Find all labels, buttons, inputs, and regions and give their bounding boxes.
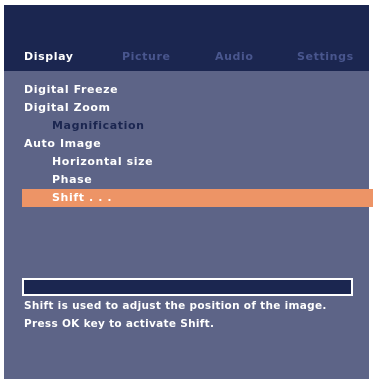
menu-item-auto-image[interactable]: Auto Image xyxy=(4,135,369,153)
help-line-instruction: Press OK key to activate Shift. xyxy=(24,318,215,330)
tab-bar: Display Picture Audio Settings xyxy=(4,48,369,66)
value-bar xyxy=(22,278,353,296)
menu-item-digital-freeze[interactable]: Digital Freeze xyxy=(4,81,369,99)
menu-item-digital-zoom[interactable]: Digital Zoom xyxy=(4,99,369,117)
help-line-description: Shift is used to adjust the position of … xyxy=(24,300,327,312)
menu-item-phase[interactable]: Phase xyxy=(4,171,369,189)
display-menu-list: Digital Freeze Digital Zoom Magnificatio… xyxy=(4,81,373,207)
menu-item-magnification: Magnification xyxy=(52,119,145,132)
tab-picture[interactable]: Picture xyxy=(122,48,171,66)
header-band: Display Picture Audio Settings xyxy=(4,5,369,71)
tab-settings[interactable]: Settings xyxy=(297,48,354,66)
menu-item-horizontal-size[interactable]: Horizontal size xyxy=(4,153,369,171)
tab-audio[interactable]: Audio xyxy=(215,48,254,66)
osd-menu-window: Display Picture Audio Settings Digital F… xyxy=(4,5,373,379)
help-text: Shift is used to adjust the position of … xyxy=(24,297,364,333)
menu-item-shift[interactable]: Shift . . . xyxy=(22,189,373,207)
tab-display[interactable]: Display xyxy=(24,48,74,66)
